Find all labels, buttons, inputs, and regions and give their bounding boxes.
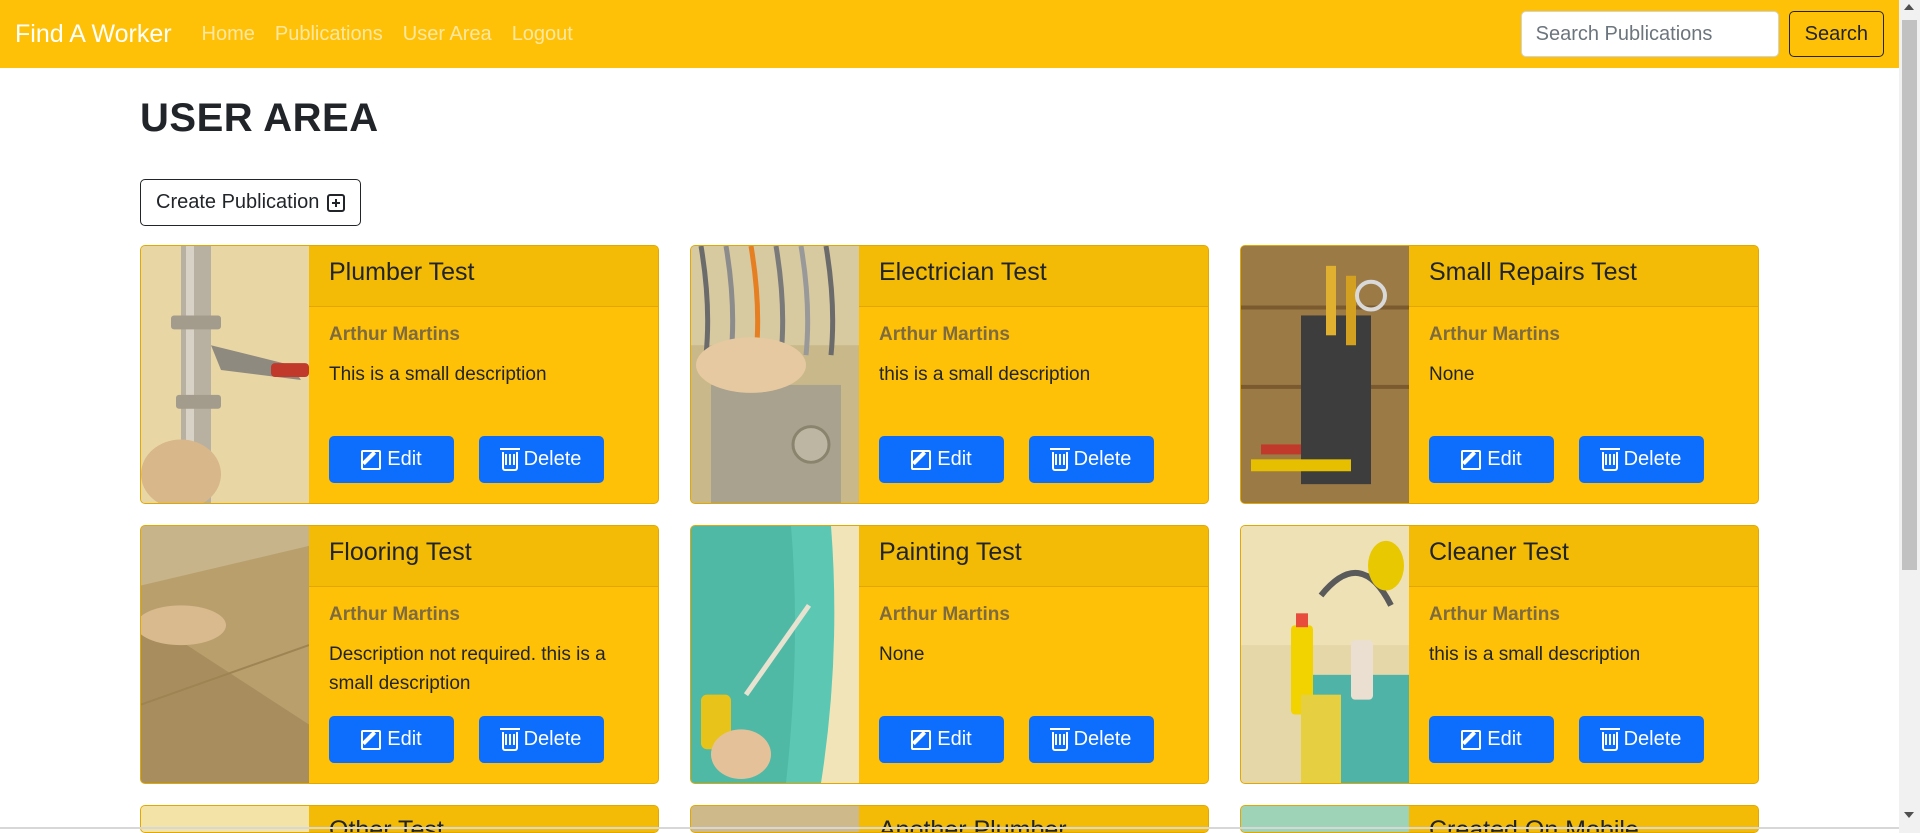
brand-logo[interactable]: Find A Worker (15, 20, 172, 49)
edit-icon (911, 729, 932, 750)
edit-label: Edit (387, 728, 422, 750)
card-author[interactable]: Arthur Martins (329, 604, 460, 626)
trash-icon (1049, 728, 1070, 751)
delete-label: Delete (523, 448, 582, 470)
edit-label: Edit (937, 448, 972, 470)
scroll-thumb[interactable] (1902, 20, 1917, 570)
plus-square-icon (327, 193, 346, 212)
window-bottom-edge (0, 827, 1899, 829)
publication-card: Flooring Test Arthur Martins Description… (140, 525, 659, 784)
card-title: Electrician Test (859, 246, 1208, 307)
edit-label: Edit (1487, 448, 1522, 470)
card-image-cleaning-bucket (1241, 526, 1409, 783)
publication-card: Painting Test Arthur Martins None Edit D… (690, 525, 1209, 784)
delete-label: Delete (1073, 448, 1132, 470)
edit-label: Edit (387, 448, 422, 470)
card-title: Plumber Test (309, 246, 658, 307)
search-input[interactable] (1520, 11, 1779, 57)
publication-card: Electrician Test Arthur Martins this is … (690, 245, 1209, 504)
publication-card: Cleaner Test Arthur Martins this is a sm… (1240, 525, 1759, 784)
trash-icon (499, 728, 520, 751)
card-description: Description not required. this is a smal… (329, 644, 606, 694)
card-title: Cleaner Test (1409, 526, 1758, 587)
trash-icon (499, 448, 520, 471)
card-description: None (1429, 364, 1475, 385)
publication-card: Plumber Test Arthur Martins This is a sm… (140, 245, 659, 504)
nav-link-publications[interactable]: Publications (275, 23, 383, 46)
card-title: Flooring Test (309, 526, 658, 587)
nav-link-user-area[interactable]: User Area (403, 23, 492, 46)
page-scrollbar[interactable] (1899, 0, 1920, 833)
navbar: Find A Worker Home Publications User Are… (0, 0, 1899, 68)
delete-button[interactable]: Delete (1029, 716, 1154, 763)
card-description: this is a small description (1429, 644, 1641, 665)
delete-label: Delete (1073, 728, 1132, 750)
trash-icon (1049, 448, 1070, 471)
trash-icon (1599, 728, 1620, 751)
edit-button[interactable]: Edit (1429, 436, 1554, 483)
delete-button[interactable]: Delete (1579, 436, 1704, 483)
delete-button[interactable]: Delete (479, 716, 604, 763)
card-author[interactable]: Arthur Martins (879, 604, 1010, 626)
edit-icon (361, 729, 382, 750)
card-description: This is a small description (329, 364, 547, 385)
delete-label: Delete (523, 728, 582, 750)
delete-label: Delete (1623, 728, 1682, 750)
edit-label: Edit (937, 728, 972, 750)
card-image-toolbox (1241, 246, 1409, 503)
card-author[interactable]: Arthur Martins (1429, 604, 1560, 626)
delete-button[interactable]: Delete (1029, 436, 1154, 483)
publication-card: Small Repairs Test Arthur Martins None E… (1240, 245, 1759, 504)
edit-button[interactable]: Edit (879, 436, 1004, 483)
edit-button[interactable]: Edit (879, 716, 1004, 763)
card-title: Small Repairs Test (1409, 246, 1758, 307)
delete-label: Delete (1623, 448, 1682, 470)
edit-icon (911, 449, 932, 470)
card-author[interactable]: Arthur Martins (1429, 324, 1560, 346)
card-description: None (879, 644, 925, 665)
delete-button[interactable]: Delete (1579, 716, 1704, 763)
edit-icon (1461, 729, 1482, 750)
edit-button[interactable]: Edit (329, 436, 454, 483)
card-image-flooring (141, 526, 309, 783)
create-publication-label: Create Publication (156, 191, 320, 213)
search-button[interactable]: Search (1788, 11, 1884, 57)
card-title: Painting Test (859, 526, 1208, 587)
card-description: this is a small description (879, 364, 1091, 385)
nav-links: Home Publications User Area Logout (202, 23, 573, 46)
trash-icon (1599, 448, 1620, 471)
card-image-electrician (691, 246, 859, 503)
card-image-paint-roller (691, 526, 859, 783)
scroll-down-icon[interactable] (1904, 812, 1914, 818)
scroll-up-icon[interactable] (1904, 4, 1914, 10)
card-image-plumber (141, 246, 309, 503)
card-author[interactable]: Arthur Martins (329, 324, 460, 346)
edit-icon (1461, 449, 1482, 470)
edit-label: Edit (1487, 728, 1522, 750)
card-author[interactable]: Arthur Martins (879, 324, 1010, 346)
page-title: USER AREA (140, 96, 379, 140)
edit-button[interactable]: Edit (329, 716, 454, 763)
delete-button[interactable]: Delete (479, 436, 604, 483)
search-form: Search (1520, 11, 1884, 57)
nav-link-logout[interactable]: Logout (512, 23, 573, 46)
nav-link-home[interactable]: Home (202, 23, 255, 46)
edit-button[interactable]: Edit (1429, 716, 1554, 763)
create-publication-button[interactable]: Create Publication (140, 179, 362, 226)
edit-icon (361, 449, 382, 470)
